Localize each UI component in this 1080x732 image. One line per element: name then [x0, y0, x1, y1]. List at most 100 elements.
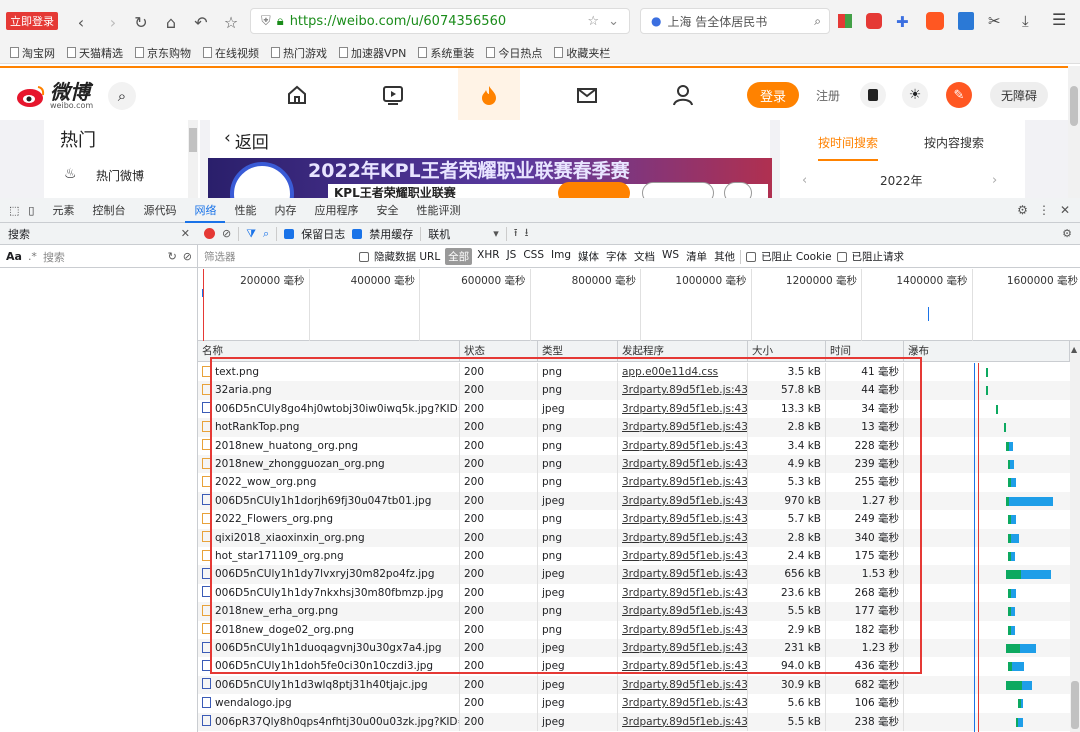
register-link[interactable]: 注册 [816, 87, 840, 104]
cell-initiator[interactable]: 3rdparty.89d5f1eb.js:43 [618, 675, 748, 695]
blocked-request-checkbox[interactable] [836, 251, 847, 262]
export-har-icon[interactable]: ⭳ [525, 224, 529, 243]
bookmark-item[interactable]: 加速器VPN [339, 45, 406, 61]
mail-icon[interactable] [576, 84, 598, 106]
network-overview[interactable]: 200000 毫秒 400000 毫秒 600000 毫秒 800000 毫秒 1000… [198, 269, 1080, 341]
bookmark-item[interactable]: 今日热点 [486, 45, 542, 61]
address-bar[interactable]: ⛨ 🔒︎ https://weibo.com/u/6074356560 ☆ ⌄ [250, 8, 630, 34]
extension-icon[interactable]: ✚ [896, 13, 912, 31]
tab-3[interactable]: 网络 [185, 198, 226, 223]
blocked-cookie-checkbox[interactable] [746, 251, 757, 262]
forward-icon[interactable]: › [104, 13, 122, 32]
more-button[interactable] [724, 182, 752, 198]
filter-type-2[interactable]: CSS [523, 249, 544, 264]
filter-all-button[interactable]: 全部 [445, 248, 473, 265]
filter-type-3[interactable]: Img [551, 249, 571, 264]
search-icon[interactable]: ⌕ [108, 82, 136, 110]
table-row[interactable]: 006pR37Qly8h0qps4nfhtj30u00u03zk.jpg?KID… [198, 712, 1070, 731]
panel-scrollbar[interactable] [188, 120, 198, 198]
tab-7[interactable]: 安全 [367, 198, 407, 223]
filter-type-6[interactable]: 文档 [634, 249, 655, 264]
reload-icon[interactable]: ↻ [132, 13, 150, 32]
tab-0[interactable]: 元素 [43, 198, 83, 223]
next-year-icon[interactable]: › [992, 173, 997, 188]
bookmark-star-icon[interactable]: ☆ [587, 14, 599, 29]
bookmark-item[interactable]: 热门游戏 [271, 45, 327, 61]
filter-type-1[interactable]: JS [507, 249, 517, 264]
more-vert-icon[interactable]: ⋮ [1038, 203, 1050, 217]
cut-icon[interactable]: ✂ [988, 12, 1001, 30]
accessibility-button[interactable]: 无障碍 [990, 82, 1048, 108]
back-icon[interactable]: ‹ [72, 13, 90, 32]
clear-log-icon[interactable]: ⊘ [222, 227, 231, 240]
message-button[interactable] [642, 182, 714, 198]
cell-initiator[interactable]: 3rdparty.89d5f1eb.js:43 [618, 694, 748, 713]
tab-6[interactable]: 应用程序 [305, 198, 367, 223]
settings-icon[interactable]: ⚙ [1017, 203, 1028, 217]
device-toggle-icon[interactable]: ▯ [28, 198, 43, 223]
inspect-icon[interactable]: ⬚ [0, 198, 28, 223]
match-case-toggle[interactable]: Aa [6, 250, 22, 263]
user-icon[interactable] [672, 84, 694, 106]
video-icon[interactable] [382, 84, 404, 106]
hot-tab[interactable] [458, 68, 520, 120]
bookmark-item[interactable]: 天猫精选 [67, 45, 123, 61]
weibo-logo[interactable]: 微博 weibo.com [16, 82, 93, 110]
bookmark-item[interactable]: 系统重装 [418, 45, 474, 61]
regex-toggle-icon[interactable]: .* [28, 250, 37, 263]
follow-button[interactable] [558, 182, 630, 198]
bookmark-item[interactable]: 收藏夹栏 [554, 45, 610, 61]
column-header-6[interactable]: 瀑布 [904, 341, 1070, 362]
filter-icon[interactable]: ⧩ [246, 227, 256, 241]
scroll-up-icon[interactable]: ▲ [1071, 345, 1077, 354]
record-icon[interactable] [204, 228, 215, 239]
compose-icon[interactable]: ✎ [946, 82, 972, 108]
addon-icon[interactable] [926, 12, 944, 30]
chevron-down-icon[interactable]: ▾ [493, 227, 499, 240]
apps-icon[interactable] [838, 14, 852, 28]
login-button[interactable]: 登录 [747, 82, 799, 108]
clear-icon[interactable]: ⊘ [183, 250, 192, 263]
word-icon[interactable] [958, 12, 974, 30]
home-icon[interactable] [286, 84, 308, 106]
tab-1[interactable]: 控制台 [83, 198, 134, 223]
cell-initiator[interactable]: 3rdparty.89d5f1eb.js:43 [618, 712, 748, 731]
undo-icon[interactable]: ↶ [192, 13, 210, 32]
filter-type-0[interactable]: XHR [477, 249, 499, 264]
table-scrollbar[interactable]: ▲ [1070, 341, 1080, 732]
search-icon[interactable]: ⌕ [814, 14, 821, 29]
refresh-icon[interactable]: ↻ [168, 250, 177, 263]
location-search[interactable]: ● 上海 告全体居民书 ⌕ [640, 8, 830, 34]
home-icon[interactable]: ⌂ [162, 13, 180, 32]
page-scrollbar[interactable] [1068, 66, 1080, 198]
tab-4[interactable]: 性能 [225, 198, 265, 223]
table-row[interactable]: wendalogo.jpg 200 jpeg 3rdparty.89d5f1eb.js… [198, 694, 1070, 713]
bookmark-item[interactable]: 淘宝网 [10, 45, 55, 61]
tab-search-by-content[interactable]: 按内容搜索 [924, 134, 984, 151]
tab-8[interactable]: 性能评测 [407, 198, 469, 223]
filter-type-5[interactable]: 字体 [606, 249, 627, 264]
theme-icon[interactable]: ☀ [902, 82, 928, 108]
disable-cache-checkbox[interactable] [352, 228, 363, 239]
filter-type-4[interactable]: 媒体 [578, 249, 599, 264]
filter-type-8[interactable]: 清单 [686, 249, 707, 264]
back-link[interactable]: ‹ 返回 [224, 128, 269, 153]
filter-type-9[interactable]: 其他 [714, 249, 735, 264]
filter-type-7[interactable]: WS [662, 249, 679, 264]
kpl-banner[interactable]: 2022年KPL王者荣耀职业联赛春季赛 KPL王者荣耀职业联赛 [208, 158, 772, 198]
download-icon[interactable]: ⤓ [1022, 12, 1029, 30]
bookmark-item[interactable]: 京东购物 [135, 45, 191, 61]
bookmark-item[interactable]: 在线视频 [203, 45, 259, 61]
table-row[interactable]: 006D5nCUly1h1d3wlq8ptj31h40tjajc.jpg 200 j… [198, 675, 1070, 695]
close-devtools-icon[interactable]: ✕ [1060, 203, 1070, 217]
game-icon[interactable] [866, 13, 882, 29]
hot-weibo-link[interactable]: 热门微博 [96, 167, 144, 184]
menu-icon[interactable]: ☰ [1052, 10, 1066, 29]
tab-2[interactable]: 源代码 [134, 198, 185, 223]
throttle-select[interactable]: 联机 [428, 226, 486, 242]
import-har-icon[interactable]: ⭱ [514, 224, 518, 243]
hide-data-url-checkbox[interactable] [359, 251, 369, 262]
tab-search-by-time[interactable]: 按时间搜索 [818, 134, 879, 161]
search-icon[interactable]: ⌕ [263, 227, 269, 241]
prev-year-icon[interactable]: ‹ [802, 173, 807, 188]
